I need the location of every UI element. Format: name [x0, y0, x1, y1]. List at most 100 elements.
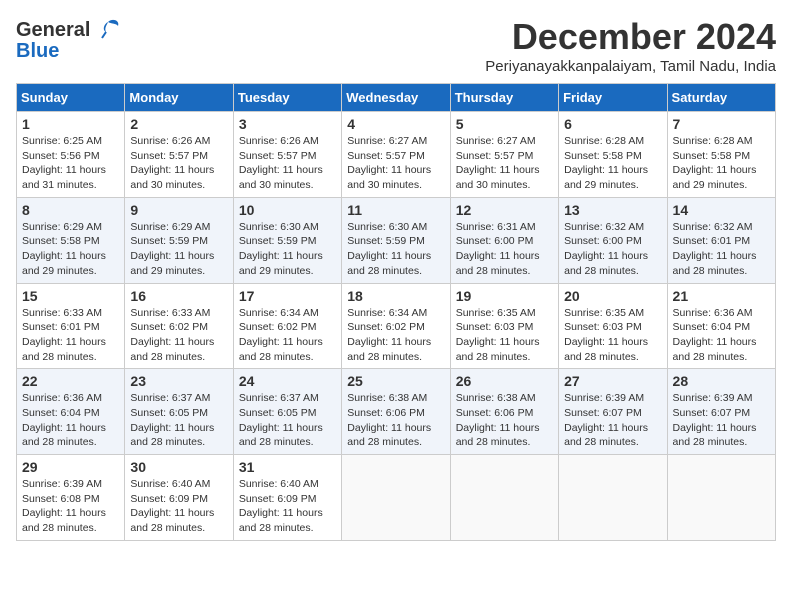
day-number: 16 [130, 288, 227, 304]
calendar-cell: 2 Sunrise: 6:26 AM Sunset: 5:57 PM Daylig… [125, 112, 233, 198]
calendar-cell: 1 Sunrise: 6:25 AM Sunset: 5:56 PM Daylig… [17, 112, 125, 198]
calendar-cell: 26 Sunrise: 6:38 AM Sunset: 6:06 PM Dayli… [450, 369, 558, 455]
day-header-saturday: Saturday [667, 84, 775, 112]
calendar-cell: 4 Sunrise: 6:27 AM Sunset: 5:57 PM Daylig… [342, 112, 450, 198]
day-info: Sunrise: 6:39 AM Sunset: 6:08 PM Dayligh… [22, 477, 119, 536]
day-info: Sunrise: 6:36 AM Sunset: 6:04 PM Dayligh… [673, 306, 770, 365]
day-info: Sunrise: 6:36 AM Sunset: 6:04 PM Dayligh… [22, 391, 119, 450]
calendar-cell: 25 Sunrise: 6:38 AM Sunset: 6:06 PM Dayli… [342, 369, 450, 455]
calendar-cell [667, 455, 775, 541]
day-number: 24 [239, 373, 336, 389]
calendar-cell: 5 Sunrise: 6:27 AM Sunset: 5:57 PM Daylig… [450, 112, 558, 198]
day-info: Sunrise: 6:25 AM Sunset: 5:56 PM Dayligh… [22, 134, 119, 193]
day-number: 4 [347, 116, 444, 132]
day-number: 28 [673, 373, 770, 389]
calendar-week-row: 15 Sunrise: 6:33 AM Sunset: 6:01 PM Dayli… [17, 283, 776, 369]
day-number: 22 [22, 373, 119, 389]
calendar-week-row: 29 Sunrise: 6:39 AM Sunset: 6:08 PM Dayli… [17, 455, 776, 541]
logo: General Blue [16, 16, 122, 63]
calendar-cell: 7 Sunrise: 6:28 AM Sunset: 5:58 PM Daylig… [667, 112, 775, 198]
calendar-cell: 21 Sunrise: 6:36 AM Sunset: 6:04 PM Dayli… [667, 283, 775, 369]
calendar-cell: 12 Sunrise: 6:31 AM Sunset: 6:00 PM Dayli… [450, 197, 558, 283]
calendar-cell: 17Sunrise: 6:34 AM Sunset: 6:02 PM Dayli… [233, 283, 341, 369]
day-number: 11 [347, 202, 444, 218]
day-number: 1 [22, 116, 119, 132]
calendar-cell: 8 Sunrise: 6:29 AM Sunset: 5:58 PM Daylig… [17, 197, 125, 283]
day-info: Sunrise: 6:28 AM Sunset: 5:58 PM Dayligh… [673, 134, 770, 193]
day-header-tuesday: Tuesday [233, 84, 341, 112]
location: Periyanayakkanpalaiyam, Tamil Nadu, Indi… [485, 58, 776, 75]
day-info: Sunrise: 6:27 AM Sunset: 5:57 PM Dayligh… [456, 134, 553, 193]
day-info: Sunrise: 6:32 AM Sunset: 6:00 PM Dayligh… [564, 220, 661, 279]
day-info: Sunrise: 6:40 AM Sunset: 6:09 PM Dayligh… [239, 477, 336, 536]
calendar-cell: 13 Sunrise: 6:32 AM Sunset: 6:00 PM Dayli… [559, 197, 667, 283]
day-number: 2 [130, 116, 227, 132]
day-number: 27 [564, 373, 661, 389]
day-number: 26 [456, 373, 553, 389]
day-info: Sunrise: 6:26 AM Sunset: 5:57 PM Dayligh… [130, 134, 227, 193]
day-info: Sunrise: 6:37 AM Sunset: 6:05 PM Dayligh… [130, 391, 227, 450]
day-number: 12 [456, 202, 553, 218]
day-info: Sunrise: 6:39 AM Sunset: 6:07 PM Dayligh… [564, 391, 661, 450]
calendar-cell: 10 Sunrise: 6:30 AM Sunset: 5:59 PM Dayli… [233, 197, 341, 283]
day-info: Sunrise: 6:35 AM Sunset: 6:03 PM Dayligh… [564, 306, 661, 365]
day-info: Sunrise: 6:31 AM Sunset: 6:00 PM Dayligh… [456, 220, 553, 279]
calendar-cell: 9 Sunrise: 6:29 AM Sunset: 5:59 PM Daylig… [125, 197, 233, 283]
day-info: Sunrise: 6:29 AM Sunset: 5:58 PM Dayligh… [22, 220, 119, 279]
day-number: 13 [564, 202, 661, 218]
day-number: 17 [239, 288, 336, 304]
day-number: 20 [564, 288, 661, 304]
day-info: Sunrise: 6:30 AM Sunset: 5:59 PM Dayligh… [239, 220, 336, 279]
day-number: 5 [456, 116, 553, 132]
day-info: Sunrise: 6:28 AM Sunset: 5:58 PM Dayligh… [564, 134, 661, 193]
day-info: Sunrise: 6:39 AM Sunset: 6:07 PM Dayligh… [673, 391, 770, 450]
day-number: 7 [673, 116, 770, 132]
calendar-cell: 15 Sunrise: 6:33 AM Sunset: 6:01 PM Dayli… [17, 283, 125, 369]
day-number: 3 [239, 116, 336, 132]
day-info: Sunrise: 6:40 AM Sunset: 6:09 PM Dayligh… [130, 477, 227, 536]
calendar-cell: 19Sunrise: 6:35 AM Sunset: 6:03 PM Dayli… [450, 283, 558, 369]
calendar-week-row: 22 Sunrise: 6:36 AM Sunset: 6:04 PM Dayli… [17, 369, 776, 455]
day-number: 10 [239, 202, 336, 218]
calendar-cell: 24 Sunrise: 6:37 AM Sunset: 6:05 PM Dayli… [233, 369, 341, 455]
logo-bird-icon [94, 16, 122, 44]
day-info: Sunrise: 6:33 AM Sunset: 6:02 PM Dayligh… [130, 306, 227, 365]
day-number: 29 [22, 459, 119, 475]
day-number: 6 [564, 116, 661, 132]
calendar-cell: 20 Sunrise: 6:35 AM Sunset: 6:03 PM Dayli… [559, 283, 667, 369]
day-info: Sunrise: 6:38 AM Sunset: 6:06 PM Dayligh… [347, 391, 444, 450]
day-info: Sunrise: 6:38 AM Sunset: 6:06 PM Dayligh… [456, 391, 553, 450]
day-info: Sunrise: 6:27 AM Sunset: 5:57 PM Dayligh… [347, 134, 444, 193]
calendar-cell: 27 Sunrise: 6:39 AM Sunset: 6:07 PM Dayli… [559, 369, 667, 455]
day-info: Sunrise: 6:30 AM Sunset: 5:59 PM Dayligh… [347, 220, 444, 279]
day-header-monday: Monday [125, 84, 233, 112]
calendar-cell: 3Sunrise: 6:26 AM Sunset: 5:57 PM Daylig… [233, 112, 341, 198]
calendar-table: SundayMondayTuesdayWednesdayThursdayFrid… [16, 83, 776, 541]
day-number: 25 [347, 373, 444, 389]
calendar-cell: 23Sunrise: 6:37 AM Sunset: 6:05 PM Dayli… [125, 369, 233, 455]
calendar-cell: 22 Sunrise: 6:36 AM Sunset: 6:04 PM Dayli… [17, 369, 125, 455]
day-info: Sunrise: 6:37 AM Sunset: 6:05 PM Dayligh… [239, 391, 336, 450]
page-header: General Blue December 2024 Periyanayakka… [16, 16, 776, 75]
calendar-cell: 28 Sunrise: 6:39 AM Sunset: 6:07 PM Dayli… [667, 369, 775, 455]
day-number: 14 [673, 202, 770, 218]
day-number: 15 [22, 288, 119, 304]
day-number: 21 [673, 288, 770, 304]
day-number: 8 [22, 202, 119, 218]
day-info: Sunrise: 6:29 AM Sunset: 5:59 PM Dayligh… [130, 220, 227, 279]
calendar-week-row: 1 Sunrise: 6:25 AM Sunset: 5:56 PM Daylig… [17, 112, 776, 198]
day-info: Sunrise: 6:35 AM Sunset: 6:03 PM Dayligh… [456, 306, 553, 365]
day-number: 18 [347, 288, 444, 304]
calendar-cell: 30Sunrise: 6:40 AM Sunset: 6:09 PM Dayli… [125, 455, 233, 541]
calendar-cell: 14Sunrise: 6:32 AM Sunset: 6:01 PM Dayli… [667, 197, 775, 283]
day-header-thursday: Thursday [450, 84, 558, 112]
calendar-header-row: SundayMondayTuesdayWednesdayThursdayFrid… [17, 84, 776, 112]
calendar-cell: 29 Sunrise: 6:39 AM Sunset: 6:08 PM Dayli… [17, 455, 125, 541]
month-title: December 2024 [485, 16, 776, 58]
day-header-wednesday: Wednesday [342, 84, 450, 112]
day-info: Sunrise: 6:33 AM Sunset: 6:01 PM Dayligh… [22, 306, 119, 365]
title-section: December 2024 Periyanayakkanpalaiyam, Ta… [485, 16, 776, 75]
day-info: Sunrise: 6:34 AM Sunset: 6:02 PM Dayligh… [347, 306, 444, 365]
day-number: 9 [130, 202, 227, 218]
logo-blue-text: Blue [16, 40, 59, 63]
